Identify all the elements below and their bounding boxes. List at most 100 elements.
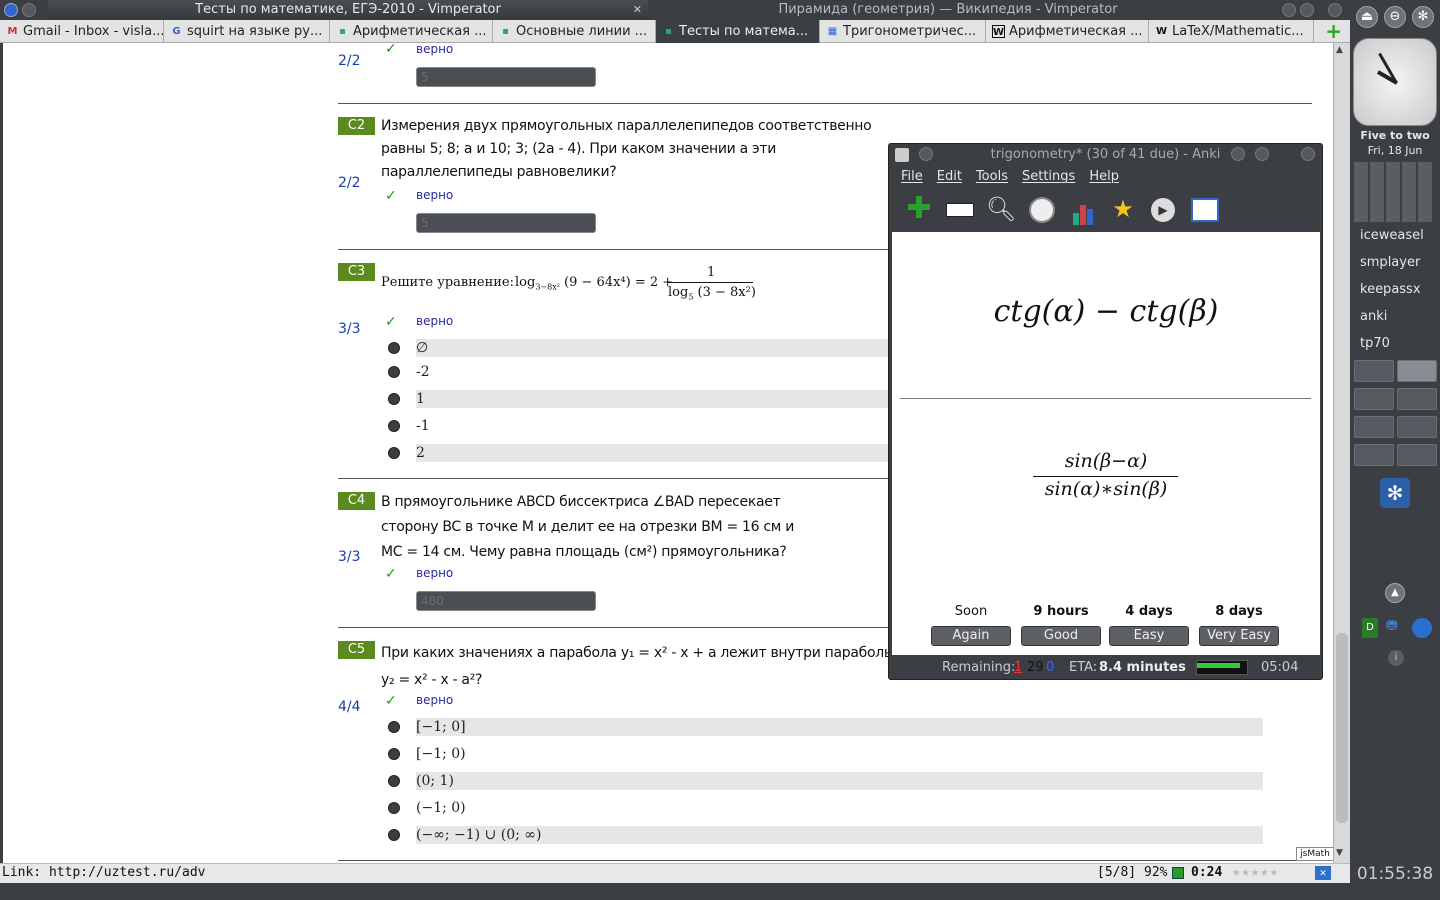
card-answer-denominator: sin(α)∗sin(β) [1044, 478, 1168, 500]
analog-clock[interactable] [1353, 38, 1437, 126]
search-icon[interactable]: 🔍︎ [985, 193, 1017, 225]
iceweasel-icon [4, 3, 18, 17]
shutdown-icon[interactable]: ✻ [1412, 6, 1434, 28]
answer-field-c1[interactable]: 5 [416, 67, 596, 87]
task-iceweasel[interactable]: iceweasel [1360, 228, 1424, 243]
progress-bar [1196, 660, 1248, 675]
network-icon[interactable]: ⛃ [1386, 618, 1406, 638]
desktop-8[interactable] [1397, 444, 1437, 466]
menu-file[interactable]: File [901, 166, 923, 188]
new-tab-button[interactable]: + [1317, 20, 1350, 43]
statistics-icon[interactable] [1067, 193, 1099, 225]
option-c5-2[interactable]: [−1; 0) [388, 745, 1263, 763]
question-text-c5: При каких значениях a парабола y₁ = x² -… [381, 640, 895, 694]
tab-label: Тесты по матема... [679, 24, 809, 39]
clock-caption: Five to two [1360, 129, 1430, 142]
scroll-down-icon[interactable]: ▼ [1336, 848, 1343, 858]
anki-maximize-icon[interactable] [1255, 147, 1269, 161]
task-smplayer[interactable]: smplayer [1360, 255, 1420, 270]
window-close-icon[interactable] [1328, 3, 1342, 17]
jsmath-badge[interactable]: jsMath [1296, 847, 1333, 861]
desktop-5[interactable] [1354, 416, 1394, 438]
task-tp70[interactable]: tp70 [1360, 336, 1390, 351]
option-c5-1[interactable]: [−1; 0] [388, 718, 1263, 736]
page-icon: ▪ [665, 26, 672, 37]
page-icon: ▪ [339, 26, 346, 37]
anki-close-icon[interactable] [1301, 147, 1315, 161]
menu-tools[interactable]: Tools [976, 166, 1008, 188]
tray-expand-icon[interactable]: ▲ [1385, 583, 1405, 603]
question-label-c4: C4 [338, 492, 375, 510]
desktop-2[interactable] [1397, 360, 1437, 382]
remaining-label: Remaining: [942, 660, 1016, 675]
good-button[interactable]: Good [1021, 626, 1101, 646]
tab-arithmetic-1[interactable]: ▪ Арифметическая ... [330, 20, 493, 43]
close-icon[interactable]: ✕ [633, 0, 642, 20]
desktop-6[interactable] [1397, 416, 1437, 438]
option-c5-4[interactable]: (−1; 0) [388, 799, 1263, 817]
scroll-up-icon[interactable]: ▲ [1336, 45, 1343, 55]
again-button[interactable]: Again [931, 626, 1011, 646]
very-easy-button[interactable]: Very Easy [1199, 626, 1279, 646]
radio-dot [388, 420, 400, 432]
option-c5-5[interactable]: (−∞; −1) ∪ (0; ∞) [388, 826, 1263, 844]
anki-menu-icon[interactable] [919, 147, 933, 161]
anki-card: ctg(α) − ctg(β) sin(β−α) sin(α)∗sin(β) [892, 232, 1320, 655]
star-icon[interactable]: ★ [1107, 193, 1139, 225]
answer-field-c4[interactable]: 480 [416, 591, 596, 611]
logout-icon[interactable]: ⊖ [1384, 6, 1406, 28]
rating-stars-icon[interactable]: ★★★★★ [1232, 864, 1279, 880]
scroll-thumb[interactable] [1336, 633, 1348, 823]
tab-bar: M Gmail - Inbox - visla... Gsquirt на язы… [0, 20, 1350, 43]
tab-google[interactable]: Gsquirt на языке ру... [164, 20, 330, 43]
add-card-icon[interactable]: ✚ [903, 193, 935, 225]
menu-help[interactable]: Help [1089, 166, 1119, 188]
anki-minimize-icon[interactable] [1231, 147, 1245, 161]
menu-icon[interactable] [22, 3, 36, 17]
task-keepassx[interactable]: keepassx [1360, 282, 1421, 297]
sync-icon[interactable]: ✕ [1315, 866, 1331, 880]
radio-dot [388, 721, 400, 733]
play-icon[interactable]: ▶ [1147, 193, 1179, 225]
task-anki[interactable]: anki [1360, 309, 1387, 324]
menu-settings[interactable]: Settings [1022, 166, 1075, 188]
option-text: [−1; 0] [416, 718, 1263, 736]
desktop-4[interactable] [1397, 388, 1437, 410]
easy-button[interactable]: Easy [1109, 626, 1189, 646]
update-icon[interactable] [1412, 618, 1432, 638]
tab-latex[interactable]: W LaTeX/Mathematic... [1149, 20, 1314, 43]
desktop-3[interactable] [1354, 388, 1394, 410]
lock-icon[interactable]: ⏏ [1356, 6, 1378, 28]
option-text: [−1; 0) [416, 746, 466, 762]
tab-trigonometry[interactable]: ▦ Тригонометричес... [820, 20, 986, 43]
tab-arithmetic-2[interactable]: W Арифметическая ... [986, 20, 1149, 43]
title-tab-active[interactable]: Тесты по математике, ЕГЭ-2010 - Vimperat… [48, 0, 648, 20]
edit-card-icon[interactable] [944, 193, 976, 225]
maximize-icon[interactable] [1300, 3, 1314, 17]
remaining-new: 1 [1014, 660, 1023, 675]
tab-lines[interactable]: ▪ Основные линии ... [493, 20, 656, 43]
desktop-7[interactable] [1354, 444, 1394, 466]
calendar-grid[interactable] [1354, 162, 1434, 222]
window-title-bar: Тесты по математике, ЕГЭ-2010 - Vimperat… [0, 0, 1350, 20]
anki-app-icon [895, 148, 909, 162]
tab-gmail[interactable]: M Gmail - Inbox - visla... [0, 20, 164, 43]
dict-icon[interactable]: D [1362, 618, 1378, 638]
kde-menu-icon[interactable]: ✻ [1380, 478, 1410, 508]
option-c5-3[interactable]: (0; 1) [388, 772, 1263, 790]
title-tab-inactive[interactable]: Пирамида (геометрия) — Википедия - Vimpe… [648, 0, 1248, 20]
status-bar: Link: http://uztest.ru/adv [5/8] 92% 0:2… [0, 863, 1350, 883]
card-list-icon[interactable] [1189, 193, 1221, 225]
vertical-scrollbar[interactable]: ▲ ▼ [1333, 43, 1350, 863]
anki-status-bar: Remaining: 1 29 0 ETA: 8.4 minutes 05:04 [889, 656, 1322, 679]
card-question: ctg(α) − ctg(β) [993, 294, 1219, 329]
tab-tests[interactable]: ▪ Тесты по матема... [656, 20, 820, 43]
question-line: В прямоугольнике ABCD биссектриса ∠BAD п… [381, 494, 781, 510]
stopwatch-icon[interactable] [1026, 193, 1058, 225]
answer-field-c2[interactable]: 5 [416, 213, 596, 233]
info-icon[interactable]: i [1388, 650, 1404, 666]
minimize-icon[interactable] [1282, 3, 1296, 17]
ease-time-very-easy: 8 days [1215, 604, 1263, 619]
menu-edit[interactable]: Edit [937, 166, 962, 188]
desktop-1[interactable] [1354, 360, 1394, 382]
